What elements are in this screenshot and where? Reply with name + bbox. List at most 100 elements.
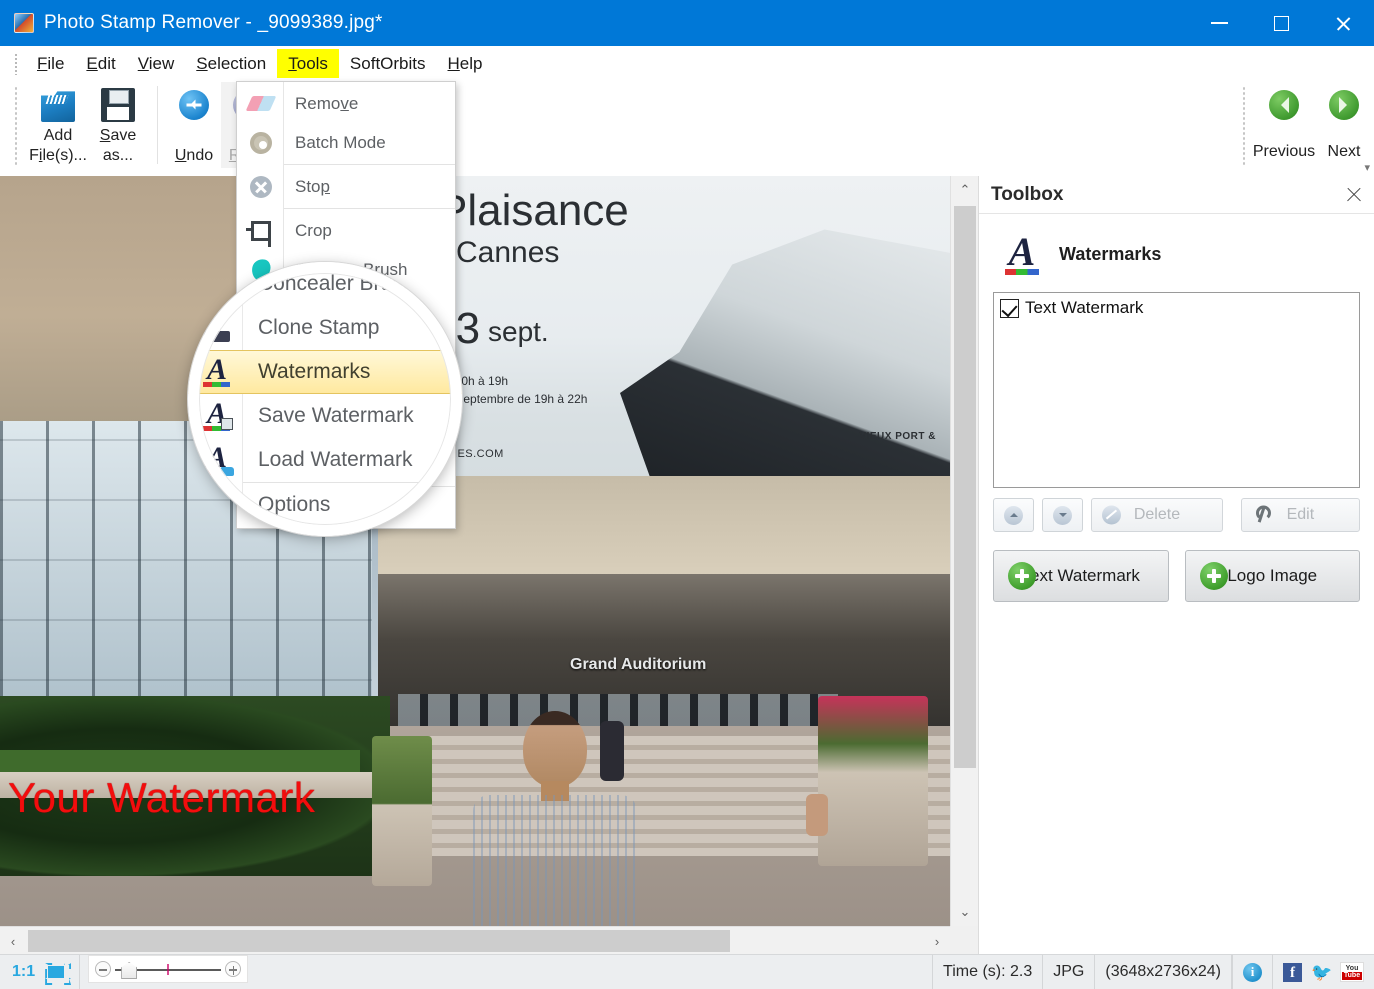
window-title: Photo Stamp Remover - _9099389.jpg* bbox=[44, 12, 383, 34]
menu-selection[interactable]: Selection bbox=[185, 49, 277, 78]
nav-grip-handle[interactable] bbox=[1242, 86, 1246, 166]
zoom-actual-size-button[interactable]: 1:1 bbox=[12, 963, 35, 981]
menu-help[interactable]: Help bbox=[437, 49, 494, 78]
next-icon bbox=[1329, 90, 1359, 120]
add-files-button[interactable]: Add File(s)... bbox=[28, 82, 88, 168]
previous-button[interactable]: Previous bbox=[1254, 82, 1314, 168]
photo-planter-left bbox=[372, 736, 432, 886]
toolbar-grip-handle[interactable] bbox=[14, 86, 18, 166]
menu-view[interactable]: View bbox=[127, 49, 186, 78]
scroll-right-button[interactable]: › bbox=[924, 927, 950, 955]
chevron-up-circle-icon bbox=[1004, 506, 1023, 525]
save-as-button[interactable]: Save as... bbox=[88, 82, 148, 168]
toolbox-header: Toolbox bbox=[979, 176, 1374, 214]
zoom-in-button[interactable] bbox=[225, 961, 241, 977]
zoom-slider-tick bbox=[167, 964, 169, 975]
main-toolbar: Add File(s)... Save as... Undo Redo C bbox=[0, 82, 1374, 176]
move-up-button[interactable] bbox=[993, 498, 1034, 532]
scroll-up-button[interactable]: ⌃ bbox=[951, 176, 979, 204]
magnified-item-clone-stamp[interactable]: Clone Stamp bbox=[188, 306, 462, 350]
photo-subject-head bbox=[523, 711, 587, 787]
window-controls bbox=[1188, 0, 1374, 46]
zoom-slider-thumb[interactable] bbox=[121, 962, 137, 979]
plus-circle-icon bbox=[1008, 562, 1036, 590]
add-text-watermark-label: Text Watermark bbox=[1022, 566, 1140, 586]
magnified-item-concealer-brush[interactable]: Concealer Brush bbox=[188, 262, 462, 306]
menu-item-remove[interactable]: Remove bbox=[237, 84, 455, 123]
dropdown-separator-2 bbox=[283, 208, 455, 209]
menu-item-stop[interactable]: Stop bbox=[237, 167, 455, 206]
horizontal-scroll-thumb[interactable] bbox=[28, 930, 730, 952]
status-bar: 1:1 Time (s): 2.3 JPG (3648x2736x24) i f… bbox=[0, 954, 1374, 989]
menu-grip-handle[interactable] bbox=[14, 53, 18, 75]
toolbox-section-title: Watermarks bbox=[1059, 244, 1161, 265]
fit-to-window-icon[interactable] bbox=[45, 963, 67, 981]
watermark-checkbox[interactable] bbox=[1000, 299, 1019, 318]
watermarks-a-icon: A bbox=[1003, 234, 1043, 274]
options-icon bbox=[200, 488, 234, 522]
edit-button-label: Edit bbox=[1287, 506, 1315, 524]
status-time: Time (s): 2.3 bbox=[933, 955, 1043, 989]
facebook-icon[interactable]: f bbox=[1283, 963, 1302, 982]
photo-billboard: val nal e la Plaisance Cannes 3-13 sept.… bbox=[378, 176, 950, 576]
delete-button-label: Delete bbox=[1134, 506, 1180, 524]
next-button[interactable]: Next bbox=[1314, 82, 1374, 168]
delete-button[interactable]: Delete bbox=[1091, 498, 1223, 532]
undo-button[interactable]: Undo bbox=[167, 82, 221, 168]
close-button[interactable] bbox=[1312, 0, 1374, 46]
vertical-scroll-thumb[interactable] bbox=[954, 206, 976, 768]
menu-tools[interactable]: Tools bbox=[277, 49, 339, 78]
status-format: JPG bbox=[1043, 955, 1095, 989]
magnified-load-watermark-label: Load Watermark bbox=[258, 448, 412, 472]
youtube-bottom-text: Tube bbox=[1342, 972, 1362, 980]
scroll-left-button[interactable]: ‹ bbox=[0, 927, 26, 955]
edit-button[interactable]: Edit bbox=[1241, 498, 1360, 532]
zoom-slider[interactable] bbox=[88, 955, 248, 983]
canvas-horizontal-scrollbar[interactable]: ‹ › bbox=[0, 926, 950, 954]
photo-main-subject bbox=[455, 711, 655, 926]
magnified-menu: Concealer Brush Clone Stamp A Watermarks… bbox=[188, 262, 462, 527]
minimize-button[interactable] bbox=[1188, 0, 1250, 46]
menu-softorbits[interactable]: SoftOrbits bbox=[339, 49, 437, 78]
undo-label: Undo bbox=[175, 146, 213, 166]
list-item[interactable]: Text Watermark bbox=[1000, 298, 1353, 318]
magnified-item-options[interactable]: Options bbox=[188, 483, 462, 527]
menu-file[interactable]: FFileile bbox=[26, 49, 75, 78]
watermark-item-label: Text Watermark bbox=[1025, 298, 1143, 318]
magnified-item-load-watermark[interactable]: A Load Watermark bbox=[188, 438, 462, 482]
chevron-right-icon: › bbox=[935, 934, 939, 949]
youtube-icon[interactable]: You Tube bbox=[1340, 962, 1364, 982]
ribbon-collapse-icon[interactable]: ▾ bbox=[1364, 161, 1370, 174]
menu-item-crop-label: Crop bbox=[295, 221, 332, 241]
image-canvas[interactable]: val nal e la Plaisance Cannes 3-13 sept.… bbox=[0, 176, 950, 926]
chevron-down-icon: ⌄ bbox=[960, 904, 971, 920]
watermark-overlay-text[interactable]: Your Watermark bbox=[8, 774, 315, 822]
info-icon[interactable]: i bbox=[1243, 963, 1262, 982]
menu-edit[interactable]: Edit bbox=[75, 49, 126, 78]
zoom-out-button[interactable] bbox=[95, 961, 111, 977]
next-label: Next bbox=[1328, 142, 1361, 162]
canvas-vertical-scrollbar[interactable]: ⌃ ⌄ bbox=[950, 176, 978, 926]
magnified-watermarks-label: Watermarks bbox=[258, 360, 370, 384]
twitter-icon[interactable]: 🐦 bbox=[1311, 963, 1331, 982]
watermark-list[interactable]: Text Watermark bbox=[993, 292, 1360, 488]
add-text-watermark-button[interactable]: Text Watermark bbox=[993, 550, 1169, 602]
status-social-group: f 🐦 You Tube bbox=[1272, 955, 1374, 989]
magnified-item-save-watermark[interactable]: A Save Watermark bbox=[188, 394, 462, 438]
maximize-button[interactable] bbox=[1250, 0, 1312, 46]
menu-item-batch-mode[interactable]: Batch Mode bbox=[237, 123, 455, 162]
photo-subject-shirt bbox=[473, 795, 637, 926]
undo-icon bbox=[179, 90, 209, 120]
magnifier-inner: Concealer Brush Clone Stamp A Watermarks… bbox=[188, 262, 462, 536]
toolbox-close-button[interactable] bbox=[1344, 185, 1364, 205]
add-logo-image-button[interactable]: Logo Image bbox=[1185, 550, 1361, 602]
scroll-down-button[interactable]: ⌄ bbox=[951, 898, 979, 926]
move-down-button[interactable] bbox=[1042, 498, 1083, 532]
toolbox-body: A Watermarks Text Watermark Delete bbox=[979, 214, 1374, 602]
magnified-item-watermarks[interactable]: A Watermarks bbox=[188, 350, 462, 394]
load-watermark-icon: A bbox=[200, 443, 234, 477]
save-icon bbox=[101, 88, 135, 122]
menu-item-crop[interactable]: Crop bbox=[237, 211, 455, 250]
gear-icon bbox=[247, 129, 275, 157]
maximize-icon bbox=[1274, 16, 1289, 31]
